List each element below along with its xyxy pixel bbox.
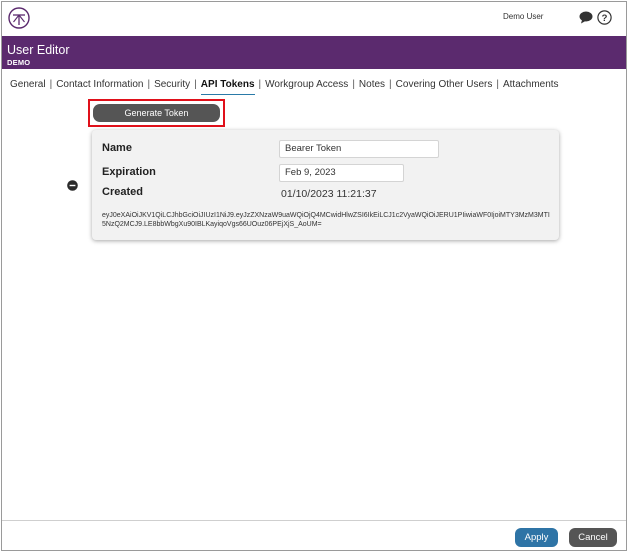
tab-separator: | — [49, 79, 53, 90]
tab-workgroup-access[interactable]: Workgroup Access — [265, 79, 348, 95]
cancel-button[interactable]: Cancel — [569, 528, 617, 547]
token-name-field[interactable]: Bearer Token — [279, 140, 439, 158]
tab-separator: | — [147, 79, 151, 90]
page-subtitle: DEMO — [7, 58, 31, 67]
remove-token-icon[interactable] — [67, 180, 78, 191]
token-card: Name Bearer Token Expiration Feb 9, 2023… — [92, 130, 559, 240]
chat-icon[interactable] — [579, 11, 593, 24]
created-value: 01/10/2023 11:21:37 — [281, 188, 377, 200]
top-bar: Demo User ? — [2, 2, 626, 36]
tab-separator: | — [389, 79, 392, 90]
page-header: User Editor DEMO — [2, 36, 626, 69]
name-label: Name — [102, 142, 132, 154]
app-window: Demo User ? User Editor DEMO General | C… — [1, 1, 627, 551]
created-label: Created — [102, 186, 143, 198]
tab-api-tokens[interactable]: API Tokens — [200, 79, 255, 95]
expiration-label: Expiration — [102, 166, 156, 178]
tab-separator: | — [194, 79, 197, 90]
tab-separator: | — [352, 79, 355, 90]
page-title: User Editor — [7, 43, 70, 57]
tab-separator: | — [496, 79, 499, 90]
token-string[interactable]: eyJ0eXAiOiJKV1QiLCJhbGciOiJIUzI1NiJ9.eyJ… — [102, 211, 552, 229]
tab-separator: | — [258, 79, 262, 90]
tab-notes[interactable]: Notes — [359, 79, 385, 95]
generate-token-button[interactable]: Generate Token — [93, 104, 220, 122]
tab-bar: General | Contact Information | Security… — [10, 79, 559, 95]
tab-security[interactable]: Security — [154, 79, 190, 95]
help-icon[interactable]: ? — [597, 10, 612, 25]
apply-button[interactable]: Apply — [515, 528, 558, 547]
tab-covering-other-users[interactable]: Covering Other Users — [396, 79, 493, 95]
tab-contact-information[interactable]: Contact Information — [56, 79, 143, 95]
tab-attachments[interactable]: Attachments — [503, 79, 559, 95]
svg-text:?: ? — [602, 13, 608, 24]
user-name[interactable]: Demo User — [503, 12, 543, 21]
expiration-date-field[interactable]: Feb 9, 2023 — [279, 164, 404, 182]
tab-general[interactable]: General — [10, 79, 46, 95]
footer-divider — [2, 520, 626, 521]
logo-icon[interactable] — [8, 7, 30, 29]
